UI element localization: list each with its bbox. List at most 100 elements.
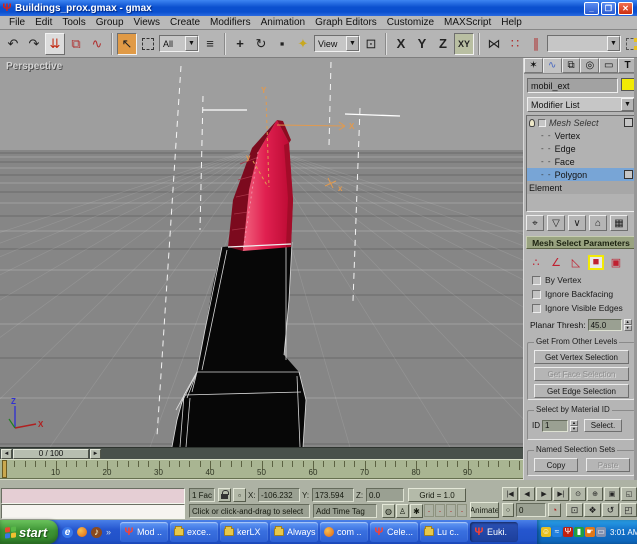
zoom-extents-icon[interactable]: ▣ xyxy=(604,487,620,501)
use-pivot-point-center-icon[interactable]: ⊡ xyxy=(361,33,381,55)
get-edge-selection-button[interactable]: Get Edge Selection xyxy=(534,384,629,398)
select-object-icon[interactable]: ↖ xyxy=(117,33,137,55)
perspective-viewport[interactable]: X Y y x Z X Perspective xyxy=(0,58,523,447)
checkbox-byvertex[interactable]: By Vertex xyxy=(532,273,636,287)
next-frame-arrow[interactable]: ► xyxy=(90,449,101,459)
taskbar-task-exce[interactable]: exce.. xyxy=(170,522,218,542)
selection-mode-toggle-icon[interactable]: ◍ xyxy=(382,504,395,518)
viewport-label[interactable]: Perspective xyxy=(6,61,62,72)
tray-gmax-icon[interactable]: Ψ xyxy=(563,527,573,537)
media-player-icon[interactable]: ♪ xyxy=(91,527,102,538)
menu-views[interactable]: Views xyxy=(129,17,166,28)
restore-button[interactable]: ❐ xyxy=(601,2,616,15)
show-end-result-button[interactable]: ▽ xyxy=(547,215,565,231)
pan-icon[interactable]: ❖ xyxy=(584,503,601,517)
modifier-list-dropdown[interactable]: Modifier List ▼ xyxy=(527,97,635,112)
zoom-icon[interactable]: ⊙ xyxy=(570,487,586,501)
x-coordinate-field[interactable]: -106.232 xyxy=(258,488,300,502)
transform-gizmo-toggle-icon[interactable]: ✱ xyxy=(410,504,423,518)
copy-button[interactable]: Copy xyxy=(534,458,578,472)
previous-frame-button[interactable]: ◀ xyxy=(519,487,535,501)
mirror-icon[interactable]: ⋈ xyxy=(484,33,504,55)
menu-tools[interactable]: Tools xyxy=(57,17,90,28)
object-name-field[interactable]: mobil_ext xyxy=(527,78,618,93)
internet-explorer-icon[interactable]: e xyxy=(62,527,73,538)
track-bar[interactable]: 102030405060708090 xyxy=(0,459,523,479)
planar-thresh-field[interactable]: 45.0 xyxy=(588,319,622,331)
selection-lock-toggle[interactable] xyxy=(218,488,231,502)
taskbar-task-euki[interactable]: ΨEuki. xyxy=(470,522,518,542)
add-time-tag-field[interactable]: Add Time Tag xyxy=(313,504,377,518)
arc-rotate-icon[interactable]: ↺ xyxy=(602,503,619,517)
align-icon[interactable]: ∥ xyxy=(526,33,546,55)
select-and-uniform-scale-icon[interactable]: ▪ xyxy=(272,33,292,55)
select-and-rotate-icon[interactable]: ↻ xyxy=(251,33,271,55)
menu-animation[interactable]: Animation xyxy=(256,17,310,28)
select-by-name-icon[interactable]: ≡ xyxy=(200,33,220,55)
menu-file[interactable]: File xyxy=(4,17,30,28)
chevron-down-icon[interactable]: ▼ xyxy=(346,36,359,51)
get-vertex-selection-button[interactable]: Get Vertex Selection xyxy=(534,350,629,364)
rollout-mesh-select-parameters[interactable]: Mesh Select Parameters xyxy=(526,236,636,249)
menu-edit[interactable]: Edit xyxy=(30,17,57,28)
tray-messenger-icon[interactable]: ☺ xyxy=(541,527,551,537)
tab-modify[interactable]: ∿ xyxy=(543,58,562,73)
select-and-link-icon[interactable]: ⇊ xyxy=(45,33,65,55)
chevron-down-icon[interactable]: ▼ xyxy=(185,36,198,51)
face-icon[interactable]: ◺ xyxy=(568,255,584,270)
close-button[interactable]: ✕ xyxy=(618,2,633,15)
vertex-icon[interactable]: ∴ xyxy=(528,255,544,270)
time-slider-frame-marker[interactable] xyxy=(2,460,7,478)
tab-display[interactable]: ▭ xyxy=(599,58,618,73)
time-slider-button[interactable]: 0 / 100 xyxy=(13,449,89,459)
element-icon[interactable]: ▣ xyxy=(608,255,624,270)
stack-modifier-box[interactable] xyxy=(624,170,633,179)
undo-icon[interactable]: ↶ xyxy=(3,33,23,55)
material-id-spinner[interactable]: ▲▼ xyxy=(570,420,578,432)
material-id-field[interactable]: 1 xyxy=(542,420,568,432)
tab-hierarchy[interactable]: ⧉ xyxy=(562,58,581,73)
play-animation-button[interactable]: ▶ xyxy=(536,487,552,501)
unlink-selection-icon[interactable]: ⧉ xyxy=(66,33,86,55)
stack-row-edge[interactable]: - -Edge xyxy=(527,142,635,155)
overflow-chevron-icon[interactable]: » xyxy=(106,527,111,537)
layer-manager-icon[interactable] xyxy=(622,33,637,55)
select-and-move-icon[interactable]: + xyxy=(230,33,250,55)
polygon-icon[interactable]: ■ xyxy=(588,255,604,270)
checkbox-icon[interactable] xyxy=(532,304,541,313)
object-color-swatch[interactable] xyxy=(621,78,635,91)
y-coordinate-field[interactable]: 173.594 xyxy=(312,488,354,502)
taskbar-task-com[interactable]: com .. xyxy=(320,522,368,542)
restrict-to-x-icon[interactable]: X xyxy=(391,33,411,55)
paste-button[interactable]: Paste xyxy=(586,458,630,472)
current-frame-field[interactable]: 0 xyxy=(516,503,546,517)
start-button[interactable]: start xyxy=(0,520,58,544)
go-to-end-button[interactable]: ▶| xyxy=(553,487,569,501)
restrict-to-xy-plane-icon[interactable]: XY xyxy=(454,33,474,55)
taskbar-task-cele[interactable]: ΨCele... xyxy=(370,522,418,542)
reference-coordinate-system-dropdown[interactable]: View▼ xyxy=(314,35,360,52)
remove-modifier-button[interactable]: ⌂ xyxy=(589,215,607,231)
taskbar-task-always[interactable]: Always xyxy=(270,522,318,542)
previous-frame-arrow[interactable]: ◄ xyxy=(1,449,12,459)
restrict-to-y-icon[interactable]: Y xyxy=(412,33,432,55)
tray-network-icon[interactable]: ≈ xyxy=(552,527,562,537)
go-to-start-button[interactable]: |◀ xyxy=(502,487,518,501)
select-by-id-button[interactable]: Select. xyxy=(584,419,622,432)
key-mode-toggle[interactable]: ○ xyxy=(502,503,514,517)
title-bar[interactable]: Ψ Buildings_prox.gmax - gmax _ ❐ ✕ xyxy=(0,0,637,16)
edge-icon[interactable]: ∠ xyxy=(548,255,564,270)
mini-listener-field[interactable] xyxy=(1,504,185,519)
key-filter-icon[interactable]: · xyxy=(435,504,445,517)
firefox-icon[interactable] xyxy=(77,527,87,537)
stack-modifier-box[interactable] xyxy=(624,118,633,127)
stack-row-element[interactable]: Element xyxy=(527,181,635,194)
selection-filter-dropdown[interactable]: All▼ xyxy=(159,35,199,52)
planar-thresh-spinner[interactable]: ▲▼ xyxy=(624,319,632,331)
menu-maxscript[interactable]: MAXScript xyxy=(439,17,496,28)
bind-to-space-warp-icon[interactable]: ∿ xyxy=(87,33,107,55)
redo-icon[interactable]: ↷ xyxy=(24,33,44,55)
menu-create[interactable]: Create xyxy=(165,17,205,28)
checkbox-ignorebackfacing[interactable]: Ignore Backfacing xyxy=(532,287,636,301)
restrict-to-z-icon[interactable]: Z xyxy=(433,33,453,55)
